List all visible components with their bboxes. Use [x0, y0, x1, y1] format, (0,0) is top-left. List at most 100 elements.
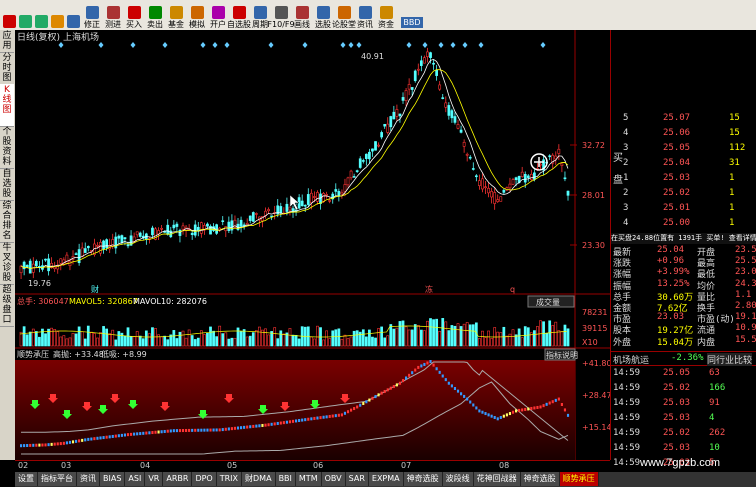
candle-body	[86, 246, 90, 249]
quote-row: 涨跌 +0.96 最高 25.5	[611, 256, 756, 269]
indicator-tab-15[interactable]: 神奇选股	[403, 472, 443, 486]
volume-bar	[31, 328, 35, 347]
toolbar-button-17[interactable]: 论股堂	[332, 1, 356, 29]
toolbar-button-3[interactable]	[50, 1, 65, 29]
big-order-summary[interactable]: 在买盘24.88位置有 1391手 买单! 查看详情	[611, 233, 756, 244]
indicator-tab-18[interactable]: 神奇选股	[520, 472, 560, 486]
buy-level-row[interactable]: 3 25.01 1	[611, 202, 756, 217]
candle-body	[239, 219, 243, 227]
indicator-tab-16[interactable]: 波段线	[442, 472, 474, 486]
volume-bar	[407, 329, 411, 347]
indicator-dot	[221, 428, 224, 432]
buy-level-row[interactable]: 1 25.03 1	[611, 172, 756, 187]
toolbar-button-15[interactable]: 画线	[292, 1, 312, 29]
volume-bar	[206, 332, 209, 347]
toolbar-button-4[interactable]	[66, 1, 81, 29]
sidebar-tab-4[interactable]: 自选股	[0, 168, 14, 201]
indicator-tab-11[interactable]: MTM	[295, 472, 322, 486]
sell-level-row[interactable]: 5 25.07 15	[611, 112, 756, 127]
sidebar-tab-1[interactable]: 分时图	[0, 52, 14, 85]
bbd-badge[interactable]: BBD	[401, 17, 423, 28]
indicator-tab-10[interactable]: BBI	[275, 472, 296, 486]
buy-level-row[interactable]: 4 25.00 1	[611, 217, 756, 232]
tick-price: 25.02	[663, 383, 691, 393]
indicator-dot	[499, 416, 502, 420]
indicator-dot	[340, 413, 343, 417]
candle-body	[120, 235, 124, 244]
toolbar-button-6[interactable]: 测进	[103, 1, 123, 29]
indicator-tab-7[interactable]: DPO	[192, 472, 217, 486]
sidebar-tab-2[interactable]: K线图	[0, 84, 14, 127]
indicator-y-label: +28.47	[582, 391, 610, 400]
indicator-tab-13[interactable]: SAR	[345, 472, 369, 486]
volume-bar	[380, 326, 383, 347]
volume-bar	[187, 329, 191, 347]
sell-level-row[interactable]: 2 25.04 31	[611, 157, 756, 172]
toolbar-button-2[interactable]	[34, 1, 49, 29]
indicator-dot	[212, 428, 215, 432]
toolbar-button-5[interactable]: 修正	[82, 1, 102, 29]
volume-bar	[496, 331, 500, 347]
toolbar-button-10[interactable]: 模拟	[187, 1, 207, 29]
candle-body	[459, 129, 463, 133]
indicator-tab-14[interactable]: EXPMA	[368, 472, 404, 486]
sell-level-row[interactable]: 4 25.06 15	[611, 127, 756, 142]
toolbar-button-8[interactable]: 卖出	[145, 1, 165, 29]
sidebar-tab-0[interactable]: 应用	[0, 30, 14, 53]
volume-bar	[120, 332, 124, 347]
candle-body	[386, 123, 390, 133]
indicator-dot	[563, 408, 567, 412]
chart-svg[interactable]: 日线(复权) 上海机场 32.72 28.01 23.30 40.91 19.7…	[15, 30, 612, 460]
indicator-tab-8[interactable]: TRIX	[216, 472, 243, 486]
volume-bar	[508, 333, 512, 347]
toolbar-button-0[interactable]	[2, 1, 17, 29]
indicator-tab-0[interactable]: 设置	[15, 472, 38, 486]
indicator-tab-6[interactable]: ARBR	[163, 472, 193, 486]
indicator-tab-5[interactable]: VR	[145, 472, 164, 486]
toolbar-button-7[interactable]: 买入	[124, 1, 144, 29]
industry-compare-button[interactable]: 同行业比较	[707, 353, 753, 366]
indicator-dot	[319, 416, 322, 420]
indicator-tab-19[interactable]: 顺势承压	[559, 472, 599, 486]
indicator-tab-9[interactable]: 财DMA	[242, 472, 276, 486]
toolbar-button-16[interactable]: 选股	[313, 1, 333, 29]
sell-level-row[interactable]: 3 25.05 112	[611, 142, 756, 157]
volume-bar	[282, 333, 286, 347]
candle-body	[471, 168, 475, 170]
indicator-tab-17[interactable]: 花神回战器	[473, 472, 521, 486]
volume-bar	[181, 330, 185, 347]
buy-level-row[interactable]: 2 25.02 1	[611, 187, 756, 202]
sidebar-tab-7[interactable]: 超级盘口	[0, 284, 14, 327]
toolbar-button-19[interactable]: 资金	[376, 1, 396, 29]
toolbar-button-14[interactable]: F10/F9	[267, 1, 295, 29]
candle-body	[28, 260, 32, 274]
sidebar-tab-6[interactable]: 牛叉诊股	[0, 242, 14, 285]
quote-field-value: 25.04	[657, 245, 685, 255]
toolbar-button-12[interactable]: 自选股	[227, 1, 251, 29]
candle-body	[453, 116, 457, 123]
chart-area[interactable]: 日线(复权) 上海机场 32.72 28.01 23.30 40.91 19.7…	[15, 30, 612, 460]
candle-body	[361, 160, 365, 162]
candle-body	[508, 183, 512, 189]
candle-body	[398, 113, 402, 117]
toolbar-button-9[interactable]: 基金	[166, 1, 186, 29]
indicator-tab-2[interactable]: 资讯	[77, 472, 100, 486]
toolbar-button-11[interactable]: 开户	[208, 1, 228, 29]
indicator-dot	[304, 418, 307, 422]
sidebar-tab-3[interactable]: 个股资料	[0, 126, 14, 169]
toolbar-button-1[interactable]	[18, 1, 33, 29]
candle-body	[99, 241, 102, 254]
level-price: 25.04	[663, 158, 691, 168]
volume-bar	[251, 332, 255, 347]
indicator-dot	[215, 428, 218, 432]
indicator-tab-4[interactable]: ASI	[125, 472, 146, 486]
sidebar-tab-5[interactable]: 综合排名	[0, 200, 14, 243]
indicator-dot	[270, 422, 273, 426]
indicator-tab-1[interactable]: 指标平台	[38, 472, 77, 486]
volume-bar	[166, 339, 170, 347]
indicator-dot	[460, 392, 463, 396]
indicator-tab-3[interactable]: BIAS	[100, 472, 126, 486]
indicator-tab-12[interactable]: OBV	[321, 472, 346, 486]
indicator-tabs: 设置 指标平台 资讯 BIAS ASI VR ARBR DPO TRIX 财DMA BBI MTM OB…	[15, 472, 756, 487]
toolbar-button-18[interactable]: 资讯	[355, 1, 375, 29]
